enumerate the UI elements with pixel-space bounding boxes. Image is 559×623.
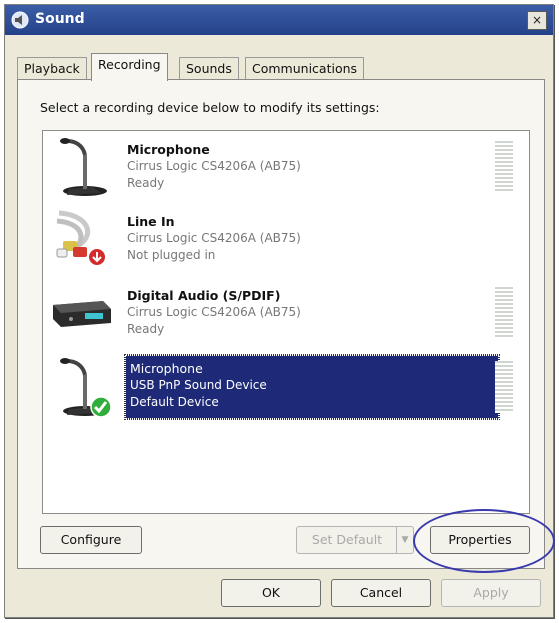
device-status: Ready [127,322,165,336]
cancel-button[interactable]: Cancel [331,579,431,607]
rca-cable-icon [56,210,105,265]
microphone-icon [60,138,107,196]
device-item-microphone[interactable]: Microphone Cirrus Logic CS4206A (AB75) R… [43,133,529,201]
device-description: USB PnP Sound Device [130,378,267,392]
device-name: Microphone [127,142,210,157]
speaker-icon [11,11,29,29]
chevron-down-icon[interactable]: ▼ [396,527,413,553]
recording-panel: Select a recording device below to modif… [17,79,545,569]
device-name: Digital Audio (S/PDIF) [127,288,281,303]
device-list[interactable]: Microphone Cirrus Logic CS4206A (AB75) R… [42,130,530,514]
tab-recording[interactable]: Recording [91,53,168,81]
device-status: Not plugged in [127,248,216,262]
device-item-line-in[interactable]: Line In Cirrus Logic CS4206A (AB75) Not … [43,205,529,273]
configure-button[interactable]: Configure [40,526,142,554]
device-item-usb-microphone[interactable]: Microphone USB PnP Sound Device Default … [43,353,529,421]
device-description: Cirrus Logic CS4206A (AB75) [127,231,301,245]
tab-communications[interactable]: Communications [245,57,365,80]
ok-button[interactable]: OK [221,579,321,607]
set-default-button[interactable]: Set Default ▼ [296,526,414,554]
level-meter [495,287,513,339]
microphone-icon [60,358,112,418]
device-description: Cirrus Logic CS4206A (AB75) [127,305,301,319]
level-meter [495,361,513,413]
instructions-text: Select a recording device below to modif… [40,100,380,115]
device-status: Ready [127,176,165,190]
properties-button[interactable]: Properties [430,526,530,554]
close-button[interactable]: × [527,11,547,30]
level-meter [495,141,513,193]
window-title: Sound [35,11,85,27]
device-item-digital-audio[interactable]: Digital Audio (S/PDIF) Cirrus Logic CS42… [43,279,529,347]
device-status: Default Device [130,395,219,409]
device-info: Microphone USB PnP Sound Device Default … [124,354,500,420]
device-name: Microphone [130,361,203,376]
apply-button[interactable]: Apply [441,579,541,607]
tab-sounds[interactable]: Sounds [179,57,239,80]
sound-dialog: Sound × Playback Recording Sounds Commun… [4,4,555,618]
tab-playback[interactable]: Playback [17,57,87,80]
device-info: Digital Audio (S/PDIF) Cirrus Logic CS42… [127,287,497,338]
device-name: Line In [127,214,175,229]
device-description: Cirrus Logic CS4206A (AB75) [127,159,301,173]
audio-receiver-icon [53,301,111,327]
title-bar[interactable]: Sound × [5,5,553,35]
device-info: Line In Cirrus Logic CS4206A (AB75) Not … [127,213,497,264]
set-default-label: Set Default [311,532,383,547]
device-info: Microphone Cirrus Logic CS4206A (AB75) R… [127,141,497,192]
